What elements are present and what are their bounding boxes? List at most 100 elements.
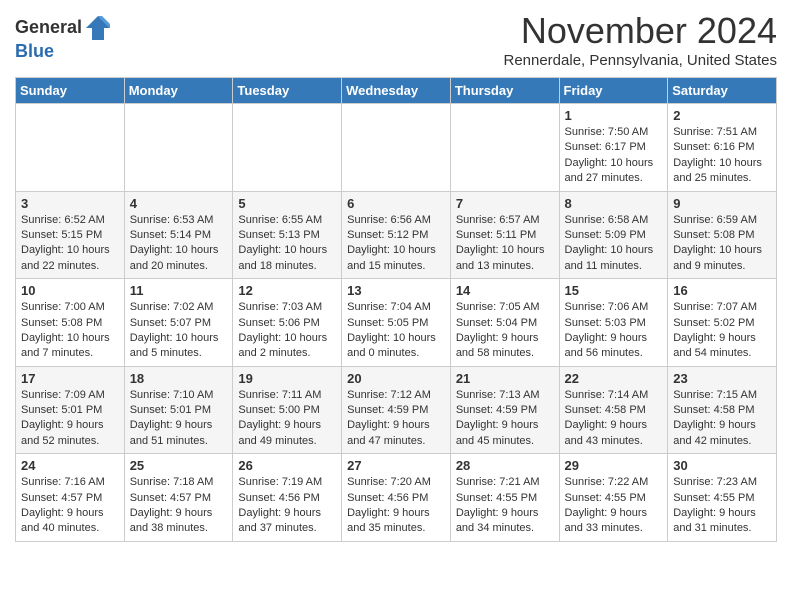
title-block: November 2024 Rennerdale, Pennsylvania, … (503, 10, 777, 69)
day-info: Sunrise: 7:00 AM Sunset: 5:08 PM Dayligh… (21, 300, 119, 362)
day-info: Sunrise: 6:52 AM Sunset: 5:15 PM Dayligh… (21, 213, 119, 275)
calendar-cell: 3 Sunrise: 6:52 AM Sunset: 5:15 PM Daylig… (16, 191, 125, 279)
logo-icon (84, 14, 112, 42)
calendar-cell: 21 Sunrise: 7:13 AM Sunset: 4:59 PM Dayli… (450, 366, 559, 454)
calendar-table: SundayMondayTuesdayWednesdayThursdayFrid… (15, 77, 777, 542)
calendar-cell: 12 Sunrise: 7:03 AM Sunset: 5:06 PM Dayli… (233, 279, 342, 367)
day-number: 18 (130, 371, 228, 386)
day-info: Sunrise: 7:23 AM Sunset: 4:55 PM Dayligh… (673, 475, 771, 537)
logo-blue: Blue (15, 42, 112, 62)
calendar-week-row: 10 Sunrise: 7:00 AM Sunset: 5:08 PM Dayli… (16, 279, 777, 367)
day-info: Sunrise: 7:04 AM Sunset: 5:05 PM Dayligh… (347, 300, 445, 362)
calendar-cell: 7Sunrise: 6:57 AM Sunset: 5:11 PM Daylig… (450, 191, 559, 279)
calendar-cell (233, 104, 342, 192)
day-number: 6 (347, 196, 445, 211)
calendar-cell: 30Sunrise: 7:23 AM Sunset: 4:55 PM Dayli… (668, 454, 777, 542)
day-info: Sunrise: 7:09 AM Sunset: 5:01 PM Dayligh… (21, 388, 119, 450)
calendar-cell: 14Sunrise: 7:05 AM Sunset: 5:04 PM Dayli… (450, 279, 559, 367)
day-number: 22 (565, 371, 663, 386)
day-number: 3 (21, 196, 119, 211)
page-header: General Blue November 2024 Rennerdale, P… (15, 10, 777, 69)
day-info: Sunrise: 7:51 AM Sunset: 6:16 PM Dayligh… (673, 125, 771, 187)
day-info: Sunrise: 7:05 AM Sunset: 5:04 PM Dayligh… (456, 300, 554, 362)
column-header-monday: Monday (124, 78, 233, 104)
column-header-tuesday: Tuesday (233, 78, 342, 104)
day-info: Sunrise: 7:13 AM Sunset: 4:59 PM Dayligh… (456, 388, 554, 450)
calendar-cell: 6 Sunrise: 6:56 AM Sunset: 5:12 PM Daylig… (342, 191, 451, 279)
calendar-cell (450, 104, 559, 192)
column-header-sunday: Sunday (16, 78, 125, 104)
day-info: Sunrise: 7:06 AM Sunset: 5:03 PM Dayligh… (565, 300, 663, 362)
day-info: Sunrise: 6:53 AM Sunset: 5:14 PM Dayligh… (130, 213, 228, 275)
day-info: Sunrise: 6:56 AM Sunset: 5:12 PM Dayligh… (347, 213, 445, 275)
logo: General Blue (15, 14, 112, 62)
day-info: Sunrise: 7:02 AM Sunset: 5:07 PM Dayligh… (130, 300, 228, 362)
day-number: 11 (130, 283, 228, 298)
location-subtitle: Rennerdale, Pennsylvania, United States (503, 52, 777, 69)
day-number: 8 (565, 196, 663, 211)
day-number: 13 (347, 283, 445, 298)
calendar-cell: 2Sunrise: 7:51 AM Sunset: 6:16 PM Daylig… (668, 104, 777, 192)
day-number: 23 (673, 371, 771, 386)
calendar-cell: 20Sunrise: 7:12 AM Sunset: 4:59 PM Dayli… (342, 366, 451, 454)
day-info: Sunrise: 7:03 AM Sunset: 5:06 PM Dayligh… (238, 300, 336, 362)
column-header-saturday: Saturday (668, 78, 777, 104)
calendar-week-row: 17 Sunrise: 7:09 AM Sunset: 5:01 PM Dayli… (16, 366, 777, 454)
day-number: 25 (130, 458, 228, 473)
calendar-cell: 9 Sunrise: 6:59 AM Sunset: 5:08 PM Daylig… (668, 191, 777, 279)
calendar-cell: 27Sunrise: 7:20 AM Sunset: 4:56 PM Dayli… (342, 454, 451, 542)
calendar-cell: 17 Sunrise: 7:09 AM Sunset: 5:01 PM Dayli… (16, 366, 125, 454)
calendar-cell (342, 104, 451, 192)
day-number: 5 (238, 196, 336, 211)
day-number: 7 (456, 196, 554, 211)
day-info: Sunrise: 7:14 AM Sunset: 4:58 PM Dayligh… (565, 388, 663, 450)
calendar-cell: 22 Sunrise: 7:14 AM Sunset: 4:58 PM Dayli… (559, 366, 668, 454)
calendar-cell: 24Sunrise: 7:16 AM Sunset: 4:57 PM Dayli… (16, 454, 125, 542)
day-number: 12 (238, 283, 336, 298)
column-header-friday: Friday (559, 78, 668, 104)
day-info: Sunrise: 6:58 AM Sunset: 5:09 PM Dayligh… (565, 213, 663, 275)
day-info: Sunrise: 7:11 AM Sunset: 5:00 PM Dayligh… (238, 388, 336, 450)
day-info: Sunrise: 7:07 AM Sunset: 5:02 PM Dayligh… (673, 300, 771, 362)
calendar-cell: 16 Sunrise: 7:07 AM Sunset: 5:02 PM Dayli… (668, 279, 777, 367)
day-number: 24 (21, 458, 119, 473)
calendar-cell (16, 104, 125, 192)
calendar-week-row: 3 Sunrise: 6:52 AM Sunset: 5:15 PM Daylig… (16, 191, 777, 279)
calendar-cell: 29Sunrise: 7:22 AM Sunset: 4:55 PM Dayli… (559, 454, 668, 542)
day-number: 17 (21, 371, 119, 386)
column-header-thursday: Thursday (450, 78, 559, 104)
calendar-cell: 4 Sunrise: 6:53 AM Sunset: 5:14 PM Daylig… (124, 191, 233, 279)
calendar-cell: 8 Sunrise: 6:58 AM Sunset: 5:09 PM Daylig… (559, 191, 668, 279)
day-number: 10 (21, 283, 119, 298)
day-number: 9 (673, 196, 771, 211)
calendar-cell: 19 Sunrise: 7:11 AM Sunset: 5:00 PM Dayli… (233, 366, 342, 454)
day-info: Sunrise: 7:18 AM Sunset: 4:57 PM Dayligh… (130, 475, 228, 537)
calendar-cell: 5 Sunrise: 6:55 AM Sunset: 5:13 PM Daylig… (233, 191, 342, 279)
day-info: Sunrise: 7:50 AM Sunset: 6:17 PM Dayligh… (565, 125, 663, 187)
calendar-cell: 10 Sunrise: 7:00 AM Sunset: 5:08 PM Dayli… (16, 279, 125, 367)
day-info: Sunrise: 7:10 AM Sunset: 5:01 PM Dayligh… (130, 388, 228, 450)
calendar-week-row: 24Sunrise: 7:16 AM Sunset: 4:57 PM Dayli… (16, 454, 777, 542)
day-number: 19 (238, 371, 336, 386)
calendar-cell: 13 Sunrise: 7:04 AM Sunset: 5:05 PM Dayli… (342, 279, 451, 367)
day-number: 26 (238, 458, 336, 473)
calendar-cell: 23Sunrise: 7:15 AM Sunset: 4:58 PM Dayli… (668, 366, 777, 454)
day-number: 4 (130, 196, 228, 211)
calendar-week-row: 1 Sunrise: 7:50 AM Sunset: 6:17 PM Daylig… (16, 104, 777, 192)
calendar-cell: 28Sunrise: 7:21 AM Sunset: 4:55 PM Dayli… (450, 454, 559, 542)
day-info: Sunrise: 6:59 AM Sunset: 5:08 PM Dayligh… (673, 213, 771, 275)
calendar-header-row: SundayMondayTuesdayWednesdayThursdayFrid… (16, 78, 777, 104)
calendar-cell: 11 Sunrise: 7:02 AM Sunset: 5:07 PM Dayli… (124, 279, 233, 367)
day-info: Sunrise: 7:19 AM Sunset: 4:56 PM Dayligh… (238, 475, 336, 537)
day-number: 16 (673, 283, 771, 298)
calendar-cell: 1 Sunrise: 7:50 AM Sunset: 6:17 PM Daylig… (559, 104, 668, 192)
day-info: Sunrise: 7:22 AM Sunset: 4:55 PM Dayligh… (565, 475, 663, 537)
day-number: 27 (347, 458, 445, 473)
calendar-cell: 26 Sunrise: 7:19 AM Sunset: 4:56 PM Dayli… (233, 454, 342, 542)
day-number: 15 (565, 283, 663, 298)
day-info: Sunrise: 6:55 AM Sunset: 5:13 PM Dayligh… (238, 213, 336, 275)
day-number: 21 (456, 371, 554, 386)
day-number: 1 (565, 108, 663, 123)
day-info: Sunrise: 7:12 AM Sunset: 4:59 PM Dayligh… (347, 388, 445, 450)
day-number: 28 (456, 458, 554, 473)
